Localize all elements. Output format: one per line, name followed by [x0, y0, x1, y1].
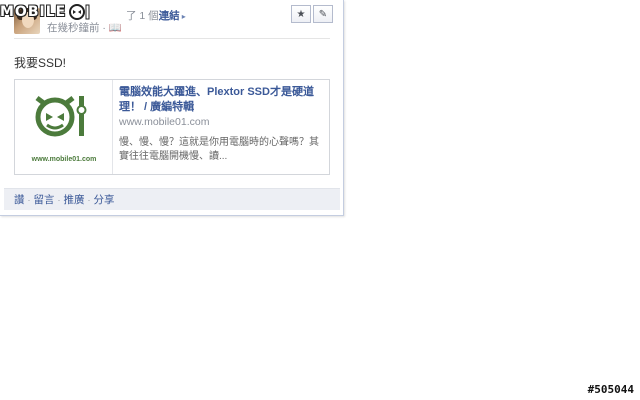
action-separator: ·: [57, 194, 61, 205]
thumbnail-caption: www.mobile01.com: [31, 156, 97, 163]
action-separator: ·: [27, 194, 31, 205]
chevron-down-icon[interactable]: ▸: [182, 12, 186, 21]
header-count: 了 1 個: [126, 10, 159, 22]
link-domain: www.mobile01.com: [119, 116, 210, 128]
link-thumbnail[interactable]: www.mobile01.com: [15, 80, 113, 174]
link-preview[interactable]: www.mobile01.com 電腦效能大躍進、Plextor SSD才是硬道…: [14, 79, 330, 175]
watermark-logo: MOBILE: [0, 1, 93, 23]
promote-link[interactable]: 推廣: [64, 192, 85, 207]
header-link[interactable]: 連結: [159, 10, 180, 22]
link-title[interactable]: 電腦效能大躍進、Plextor SSD才是硬道理！ / 廣編特輯: [119, 85, 324, 115]
post-header: 了 1 個連結 ▸: [126, 8, 186, 23]
like-link[interactable]: 讚: [14, 192, 25, 207]
mobile01-logo-icon: [35, 96, 87, 137]
post-card: 了 1 個連結 ▸ 在幾秒鐘前 · 📖 ★ ✎ 我要SSD! www.mobil…: [0, 0, 344, 216]
status-message: 我要SSD!: [14, 56, 67, 70]
star-icon: ★: [296, 8, 306, 20]
action-bar: 讚 · 留言 · 推廣 · 分享: [4, 188, 340, 210]
share-link[interactable]: 分享: [94, 192, 115, 207]
pencil-icon: ✎: [318, 8, 328, 20]
header-divider: [14, 38, 330, 39]
edit-button[interactable]: ✎: [313, 5, 333, 23]
watermark-text: MOBILE: [0, 4, 67, 20]
mobile01-watermark-icon: [69, 4, 90, 20]
action-separator: ·: [87, 194, 91, 205]
post-controls: ★ ✎: [291, 5, 333, 23]
link-description: 慢、慢、慢？這就是你用電腦時的心聲嗎？其實往往電腦開機慢、讀...: [119, 137, 319, 162]
image-id-watermark: #505044: [587, 383, 634, 396]
star-button[interactable]: ★: [291, 5, 311, 23]
comment-link[interactable]: 留言: [34, 192, 55, 207]
